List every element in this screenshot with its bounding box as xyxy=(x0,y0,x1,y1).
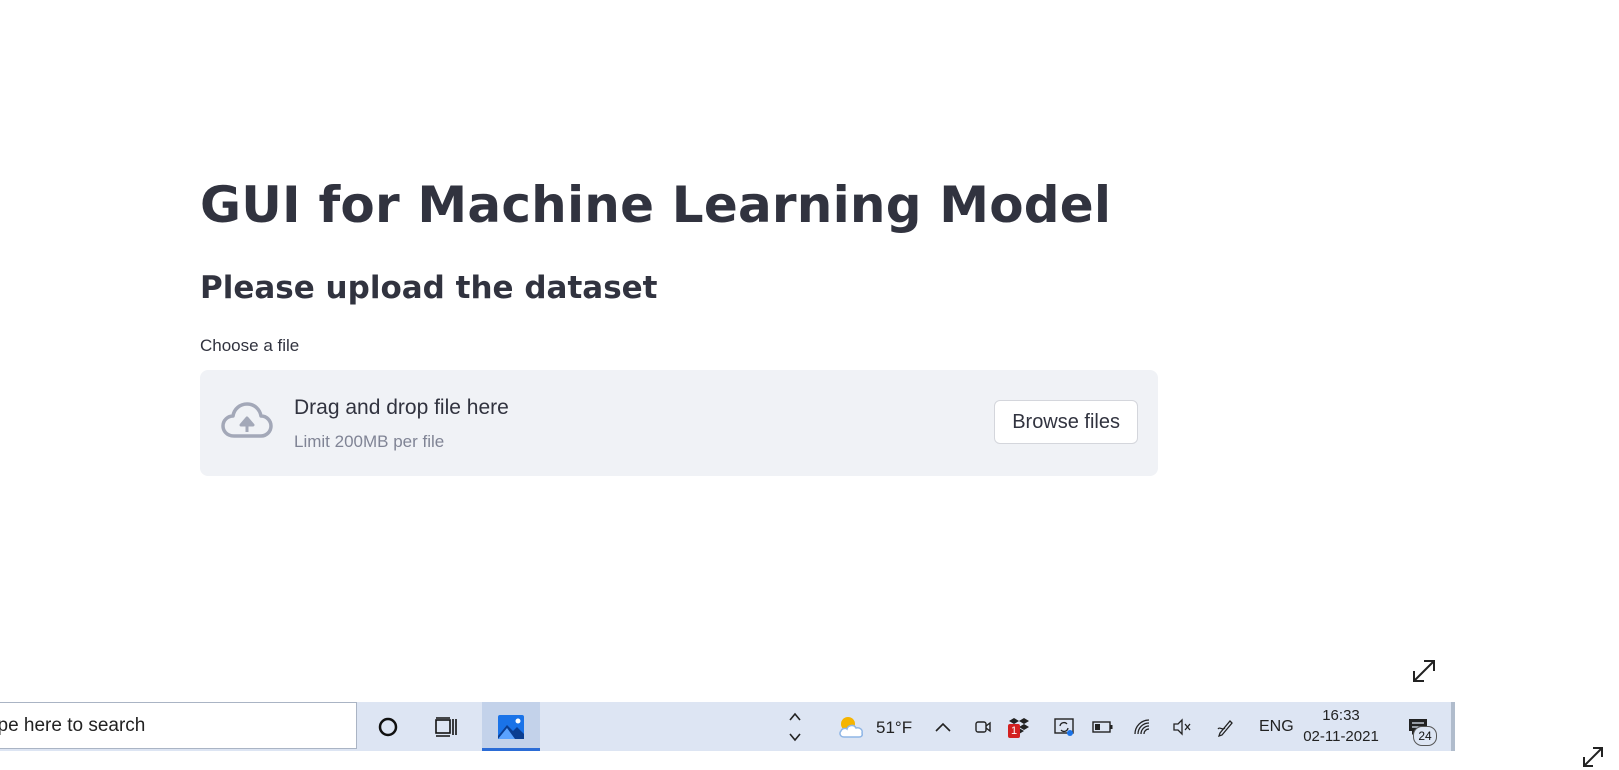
task-view-icon xyxy=(435,716,457,737)
page-subtitle: Please upload the dataset xyxy=(200,270,658,306)
taskbar-search-box[interactable]: ype here to search xyxy=(0,702,357,749)
pen-icon xyxy=(1217,719,1233,737)
file-uploader-label: Choose a file xyxy=(200,336,300,355)
browse-files-button[interactable]: Browse files xyxy=(994,400,1138,444)
active-app-indicator xyxy=(482,748,540,751)
input-language[interactable]: ENG xyxy=(1259,718,1294,736)
page-title: GUI for Machine Learning Model xyxy=(200,176,1112,234)
battery-tray-button[interactable] xyxy=(1091,702,1115,751)
weather-widget[interactable] xyxy=(836,702,866,751)
battery-icon xyxy=(1092,720,1113,733)
clock[interactable]: 16:33 02-11-2021 xyxy=(1300,706,1382,748)
volume-muted-icon xyxy=(1173,717,1191,736)
photos-app-icon xyxy=(498,714,524,739)
chevron-up-icon[interactable] xyxy=(788,711,802,723)
meet-now-button[interactable] xyxy=(972,702,994,751)
windows-taskbar: ype here to search 51°F 1 ENG 16:33 02-1… xyxy=(0,702,1455,751)
clock-time: 16:33 xyxy=(1322,707,1360,724)
chevron-down-icon[interactable] xyxy=(788,731,802,743)
dropzone-instruction: Drag and drop file here xyxy=(294,396,509,419)
dropbox-badge: 1 xyxy=(1008,724,1020,738)
network-tray-button[interactable] xyxy=(1131,702,1155,751)
sync-icon xyxy=(1054,717,1074,736)
meet-now-icon xyxy=(975,720,991,733)
task-view-button[interactable] xyxy=(425,702,467,751)
expand-icon[interactable] xyxy=(1410,657,1438,685)
streamlit-app: GUI for Machine Learning Model Please up… xyxy=(0,0,1619,700)
volume-tray-button[interactable] xyxy=(1170,702,1194,751)
search-placeholder: ype here to search xyxy=(0,715,146,736)
pen-workspace-button[interactable] xyxy=(1214,702,1238,751)
action-center-button[interactable]: 24 xyxy=(1400,702,1437,751)
show-hidden-icons-button[interactable] xyxy=(932,702,954,751)
taskbar-scroll[interactable] xyxy=(784,702,806,751)
cortana-circle-icon xyxy=(378,717,398,736)
photos-app-button[interactable] xyxy=(482,702,540,751)
clock-date: 02-11-2021 xyxy=(1303,728,1379,745)
cloud-upload-icon xyxy=(221,402,273,438)
dropzone-size-limit: Limit 200MB per file xyxy=(294,432,445,451)
file-dropzone[interactable]: Drag and drop file here Limit 200MB per … xyxy=(200,370,1158,476)
notification-count-badge: 24 xyxy=(1413,726,1437,746)
dropbox-tray-button[interactable]: 1 xyxy=(1006,702,1034,751)
weather-temperature[interactable]: 51°F xyxy=(876,718,912,738)
cortana-button[interactable] xyxy=(367,702,409,751)
sync-tray-button[interactable] xyxy=(1051,702,1077,751)
expand-icon[interactable] xyxy=(1580,744,1606,770)
partly-cloudy-icon xyxy=(839,716,863,738)
show-desktop-button[interactable] xyxy=(1451,702,1455,751)
chevron-up-icon xyxy=(935,722,951,732)
wifi-icon xyxy=(1134,718,1150,734)
